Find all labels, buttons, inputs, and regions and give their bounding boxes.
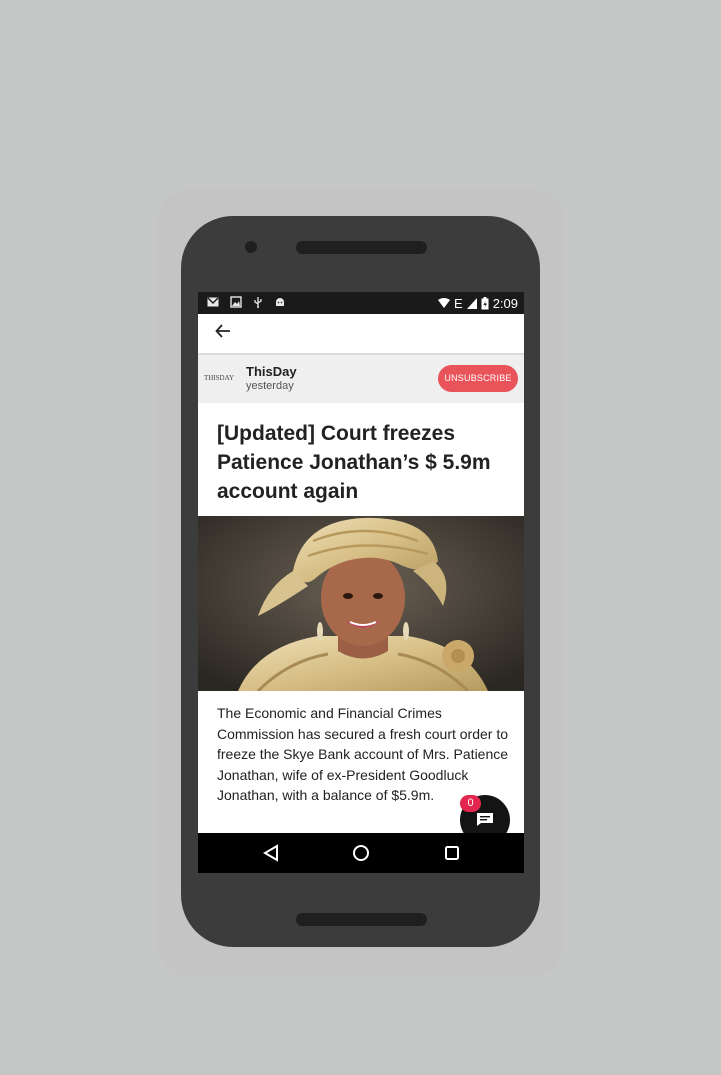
status-time: 2:09	[492, 295, 518, 311]
article-image	[198, 516, 524, 691]
nav-home-button[interactable]	[348, 841, 374, 865]
source-name[interactable]: ThisDay	[246, 364, 297, 379]
recents-square-icon	[445, 846, 459, 860]
article-title: [Updated] Court freezes Patience Jonatha…	[217, 422, 491, 503]
source-header: THISDAY ThisDay yesterday UNSUBSCRIBE	[198, 355, 524, 403]
android-debug-icon	[276, 298, 284, 306]
home-circle-icon	[353, 845, 369, 861]
earpiece-speaker	[296, 241, 427, 254]
arrow-left-icon	[215, 324, 230, 338]
network-type: E	[454, 295, 463, 311]
image-icon	[230, 296, 242, 308]
source-logo: THISDAY	[204, 371, 240, 385]
back-triangle-icon	[263, 844, 278, 862]
status-bar: E 2:09	[198, 292, 524, 314]
phone-screen: E 2:09 THISDAY ThisDay yesterday UNSUBSC…	[198, 292, 524, 873]
usb-icon	[254, 297, 262, 308]
article-body: The Economic and Financial Crimes Commis…	[217, 705, 509, 803]
back-button[interactable]	[208, 318, 238, 344]
unsubscribe-button[interactable]: UNSUBSCRIBE	[438, 365, 518, 392]
bottom-speaker	[296, 913, 427, 926]
source-logo-text: THISDAY	[204, 374, 235, 382]
battery-icon	[481, 296, 489, 309]
nav-back-button[interactable]	[258, 841, 284, 865]
phone-frame: E 2:09 THISDAY ThisDay yesterday UNSUBSC…	[181, 216, 540, 947]
app-bar	[198, 314, 524, 355]
wifi-icon	[438, 297, 451, 308]
gmail-icon	[207, 297, 219, 307]
signal-icon	[466, 297, 477, 309]
front-camera	[245, 241, 257, 253]
status-right: E 2:09	[438, 294, 518, 312]
publish-time: yesterday	[246, 380, 294, 392]
comment-icon	[477, 813, 493, 826]
navigation-bar	[198, 833, 524, 873]
nav-recents-button[interactable]	[439, 841, 465, 865]
portrait-illustration	[198, 516, 524, 691]
comment-count-badge: 0	[460, 795, 481, 812]
